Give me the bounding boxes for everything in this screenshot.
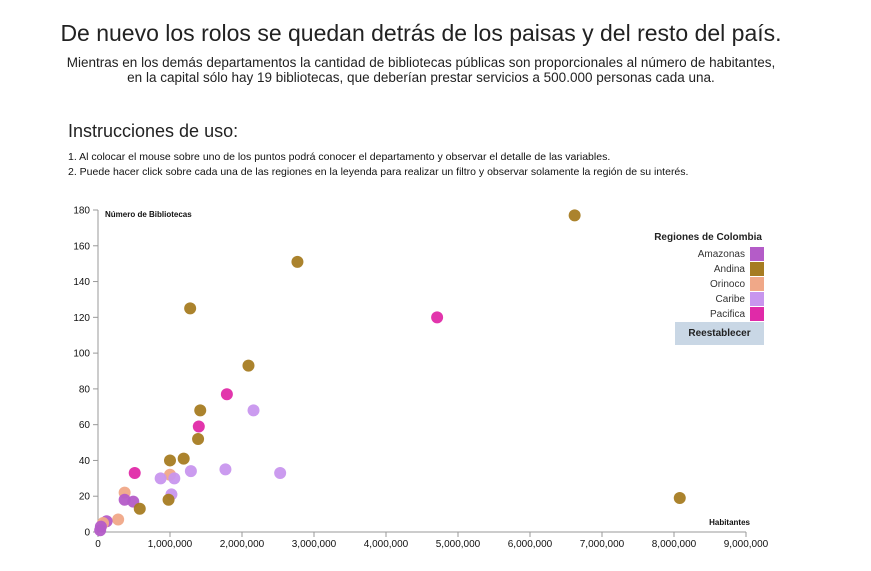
x-tick-label: 8,000,000	[652, 539, 697, 550]
x-tick-label: 1,000,000	[148, 539, 193, 550]
data-point-orinoco[interactable]	[112, 513, 125, 526]
data-point-caribe[interactable]	[154, 472, 167, 485]
x-axis-title: Habitantes	[709, 518, 750, 527]
data-point-pacifica[interactable]	[128, 466, 141, 479]
legend-label[interactable]: Caribe	[716, 294, 746, 305]
y-tick-label: 140	[73, 277, 90, 288]
data-point-caribe[interactable]	[274, 466, 287, 479]
reset-filter-button[interactable]: Reestablecer	[675, 322, 764, 345]
legend-label[interactable]: Andina	[714, 264, 746, 275]
instruction-step-1: 1. Al colocar el mouse sobre uno de los …	[68, 151, 611, 163]
data-point-caribe[interactable]	[184, 465, 197, 478]
legend-swatch[interactable]	[750, 277, 764, 291]
legend-swatch[interactable]	[750, 292, 764, 306]
data-point-andina[interactable]	[177, 452, 190, 465]
x-tick-label: 5,000,000	[436, 539, 481, 550]
legend-label[interactable]: Amazonas	[698, 249, 745, 260]
y-tick-label: 0	[84, 528, 90, 539]
x-tick-label: 0	[95, 539, 101, 550]
chart-points	[94, 209, 686, 537]
chart-legend: Regiones de Colombia Amazonas Andina Orinoc…	[654, 232, 764, 321]
legend-label[interactable]: Orinoco	[710, 279, 745, 290]
data-point-andina[interactable]	[194, 404, 207, 417]
x-tick-label: 7,000,000	[580, 539, 625, 550]
data-point-andina[interactable]	[673, 492, 686, 505]
data-point-andina[interactable]	[242, 359, 255, 372]
data-point-andina[interactable]	[133, 502, 146, 515]
data-point-amazonas[interactable]	[94, 524, 107, 537]
subtitle-line-2: en la capital sólo hay 19 bibliotecas, q…	[127, 70, 715, 85]
instructions-title: Instrucciones de uso:	[68, 121, 239, 141]
page-title: De nuevo los rolos se quedan detrás de l…	[60, 20, 782, 46]
x-tick-label: 4,000,000	[364, 539, 409, 550]
legend-swatch[interactable]	[750, 262, 764, 276]
data-point-andina[interactable]	[162, 493, 175, 506]
x-tick-label: 2,000,000	[220, 539, 265, 550]
chart-axes: 0 20 40 60 80 100 120 140 160 180 0 1,000,000 2,000,…	[73, 206, 768, 551]
data-point-andina[interactable]	[568, 209, 581, 222]
legend-item-pacifica[interactable]: Pacifica	[710, 307, 764, 321]
y-tick-label: 20	[79, 492, 91, 503]
data-point-pacifica[interactable]	[192, 420, 205, 433]
legend-item-amazonas[interactable]: Amazonas	[698, 247, 764, 261]
data-point-andina[interactable]	[291, 255, 304, 268]
scatter-chart: 0 20 40 60 80 100 120 140 160 180 0 1,000,000 2,000,…	[73, 206, 768, 551]
instruction-step-2: 2. Puede hacer click sobre cada una de l…	[68, 166, 689, 178]
legend-label[interactable]: Pacifica	[710, 309, 745, 320]
data-point-pacifica[interactable]	[220, 388, 233, 401]
legend-swatch[interactable]	[750, 307, 764, 321]
page-subtitle: Mientras en los demás departamentos la c…	[0, 55, 842, 85]
data-point-andina[interactable]	[164, 454, 176, 467]
y-axis-title: Número de Bibliotecas	[105, 210, 192, 219]
legend-item-orinoco[interactable]: Orinoco	[710, 277, 764, 291]
legend-swatch[interactable]	[750, 247, 764, 261]
legend-title: Regiones de Colombia	[654, 232, 762, 243]
data-point-caribe[interactable]	[168, 472, 181, 485]
legend-item-andina[interactable]: Andina	[714, 262, 764, 276]
x-tick-label: 9,000,000	[724, 539, 769, 550]
legend-item-caribe[interactable]: Caribe	[716, 292, 764, 306]
y-tick-label: 60	[79, 420, 91, 431]
x-tick-label: 6,000,000	[508, 539, 553, 550]
data-point-andina[interactable]	[184, 302, 197, 315]
data-point-andina[interactable]	[192, 432, 205, 445]
data-point-caribe[interactable]	[219, 463, 232, 476]
y-tick-label: 180	[73, 206, 90, 217]
y-tick-label: 40	[79, 456, 91, 467]
x-tick-label: 3,000,000	[292, 539, 337, 550]
y-tick-label: 160	[73, 241, 90, 252]
data-point-caribe[interactable]	[247, 404, 260, 417]
y-tick-label: 120	[73, 313, 90, 324]
subtitle-line-1: Mientras en los demás departamentos la c…	[66, 55, 776, 70]
y-tick-label: 80	[79, 384, 91, 395]
y-tick-label: 100	[73, 349, 90, 360]
data-point-pacifica[interactable]	[431, 311, 444, 324]
